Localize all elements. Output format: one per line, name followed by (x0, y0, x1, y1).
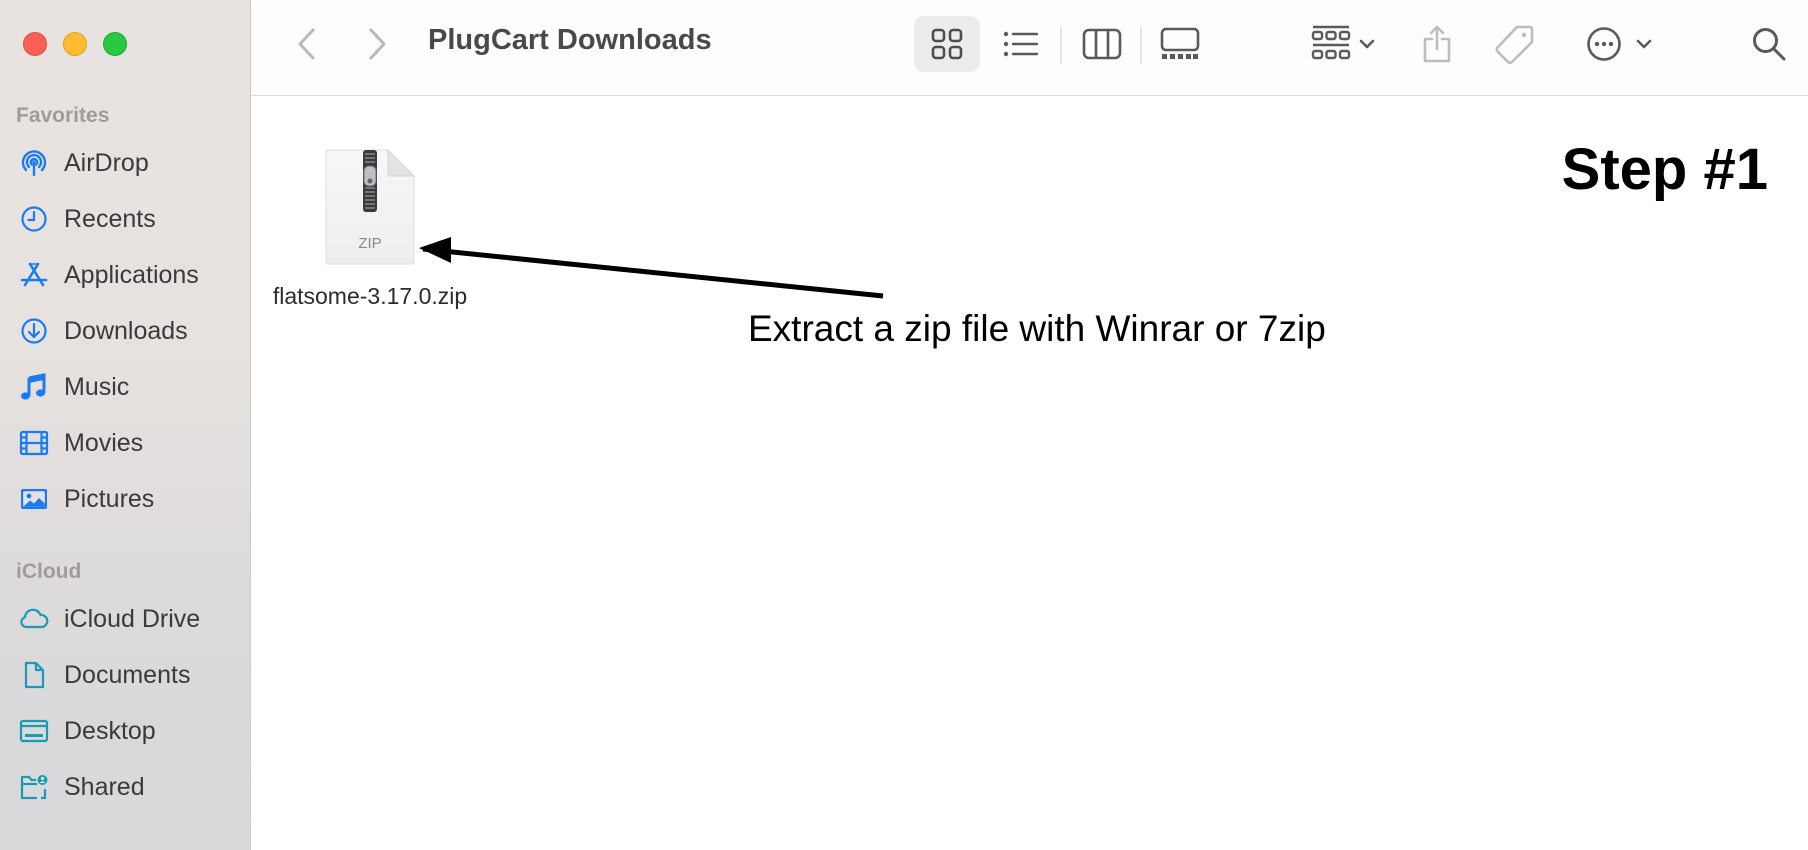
gallery-view-button[interactable] (1155, 20, 1205, 68)
list-view-button[interactable] (996, 20, 1046, 68)
minimize-window-button[interactable] (63, 32, 87, 56)
sidebar-item-icloud-drive[interactable]: iCloud Drive (18, 599, 200, 639)
forward-button[interactable] (359, 26, 395, 62)
grid-icon (931, 28, 963, 60)
gallery-icon (1160, 27, 1200, 59)
file-name: flatsome-3.17.0.zip (272, 283, 468, 309)
sidebar-item-label: Applications (64, 260, 199, 289)
cloud-icon (18, 603, 50, 635)
shared-folder-icon (18, 771, 50, 803)
ellipsis-circle-icon (1587, 27, 1621, 61)
sidebar-item-documents[interactable]: Documents (18, 655, 190, 695)
close-window-button[interactable] (23, 32, 47, 56)
sidebar-item-label: Documents (64, 660, 191, 689)
sidebar-item-label: Downloads (64, 316, 188, 345)
group-by-icon (1311, 25, 1351, 60)
sidebar-item-label: Pictures (64, 484, 155, 513)
sidebar-item-label: Recents (64, 204, 156, 233)
file-browser-content: ZIP flatsome-3.17.0.zip Step #1 Extract … (251, 96, 1808, 850)
music-note-icon (18, 371, 50, 403)
sidebar: Favorites AirDrop Recents Applications D… (0, 0, 251, 850)
sidebar-item-label: Music (64, 372, 130, 401)
sidebar-item-recents[interactable]: Recents (18, 199, 156, 239)
tag-icon (1495, 25, 1534, 64)
toolbar-divider (1140, 26, 1142, 64)
sidebar-item-movies[interactable]: Movies (18, 423, 143, 463)
sidebar-item-applications[interactable]: Applications (18, 255, 199, 295)
search-icon (1753, 28, 1786, 61)
annotation-text: Extract a zip file with Winrar or 7zip (748, 308, 1326, 349)
chevron-down-icon (1636, 39, 1652, 49)
back-button[interactable] (289, 26, 325, 62)
search-button[interactable] (1745, 20, 1793, 68)
file-item[interactable]: ZIP flatsome-3.17.0.zip (265, 148, 475, 312)
sidebar-item-label: Desktop (64, 716, 156, 745)
sidebar-item-downloads[interactable]: Downloads (18, 311, 188, 351)
sidebar-item-label: iCloud Drive (64, 604, 201, 633)
toolbar-divider (1060, 26, 1062, 64)
chevron-right-icon (369, 28, 386, 60)
applications-icon (18, 259, 50, 291)
sidebar-section-favorites: Favorites (16, 104, 110, 127)
toolbar: PlugCart Downloads (251, 0, 1808, 96)
share-icon (1423, 25, 1451, 63)
step-label: Step #1 (1561, 137, 1768, 202)
sidebar-item-label: Movies (64, 428, 144, 457)
zoom-window-button[interactable] (103, 32, 127, 56)
chevron-left-icon (298, 28, 315, 60)
photo-icon (18, 483, 50, 515)
svg-text:ZIP: ZIP (358, 235, 381, 252)
annotation-arrow (419, 237, 884, 299)
download-icon (18, 315, 50, 347)
window-controls (23, 32, 127, 56)
sidebar-item-label: Shared (64, 772, 145, 801)
chevron-down-icon (1359, 39, 1375, 49)
columns-icon (1082, 28, 1122, 60)
desktop-icon (18, 715, 50, 747)
icon-view-button[interactable] (914, 16, 980, 72)
sidebar-item-music[interactable]: Music (18, 367, 129, 407)
airdrop-icon (18, 147, 50, 179)
more-actions-button[interactable] (1576, 18, 1662, 70)
share-button[interactable] (1413, 20, 1461, 68)
column-view-button[interactable] (1077, 20, 1127, 68)
window-title: PlugCart Downloads (428, 24, 712, 56)
film-icon (18, 427, 50, 459)
document-icon (18, 659, 50, 691)
sidebar-item-shared[interactable]: Shared (18, 767, 145, 807)
clock-icon (18, 203, 50, 235)
zip-file-icon: ZIP (324, 148, 416, 266)
sidebar-item-desktop[interactable]: Desktop (18, 711, 156, 751)
group-by-button[interactable] (1303, 18, 1383, 70)
tags-button[interactable] (1489, 18, 1541, 70)
sidebar-item-airdrop[interactable]: AirDrop (18, 143, 149, 183)
sidebar-item-pictures[interactable]: Pictures (18, 479, 154, 519)
sidebar-section-icloud: iCloud (16, 560, 82, 583)
sidebar-item-label: AirDrop (64, 148, 149, 177)
list-icon (1003, 31, 1039, 57)
